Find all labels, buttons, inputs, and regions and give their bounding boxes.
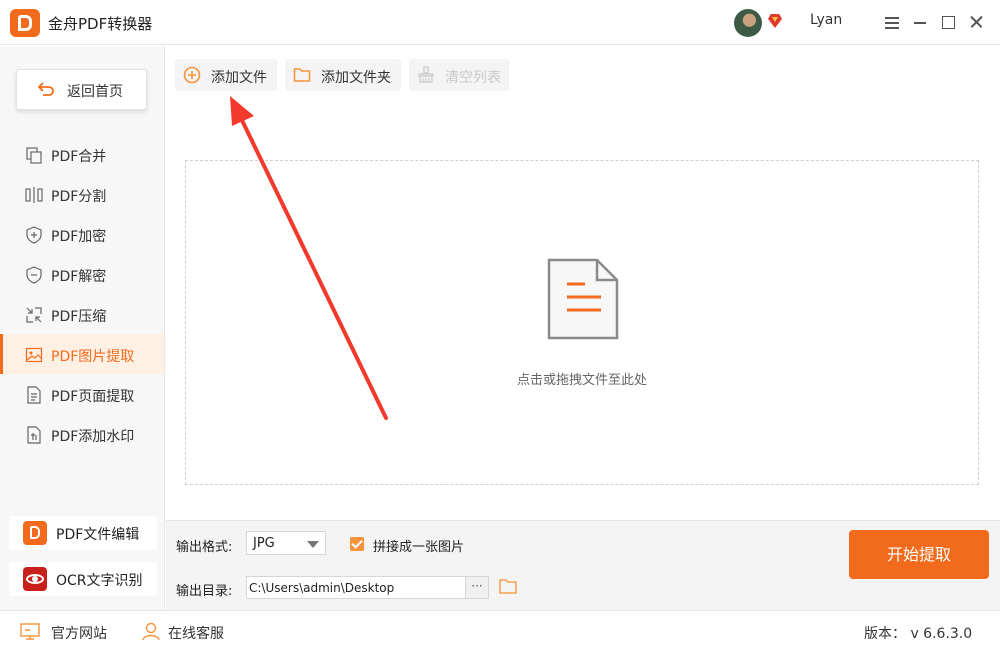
- output-dir-label: 输出目录:: [176, 584, 233, 599]
- start-extract-button[interactable]: 开始提取: [849, 530, 989, 579]
- merge-icon: [26, 147, 42, 164]
- document-icon: [547, 258, 619, 340]
- pdf-editor-label: PDF文件编辑: [56, 527, 140, 543]
- status-bar: 官方网站 在线客服 版本： v 6.6.3.0: [0, 610, 1000, 650]
- drop-hint-text: 点击或拖拽文件至此处: [516, 373, 647, 388]
- chevron-down-icon: [307, 541, 319, 548]
- sidebar-item-label: PDF添加水印: [51, 429, 135, 445]
- version-text: 版本： v 6.6.3.0: [864, 626, 973, 642]
- clear-list-label: 清空列表: [445, 70, 501, 86]
- vip-badge-icon[interactable]: [768, 14, 782, 28]
- close-icon[interactable]: [966, 12, 986, 32]
- ocr-button[interactable]: OCR文字识别: [9, 562, 157, 596]
- file-drop-zone[interactable]: 点击或拖拽文件至此处: [185, 160, 979, 485]
- username[interactable]: Lyan: [810, 12, 842, 28]
- folder-icon: [293, 68, 311, 82]
- monitor-icon: [20, 623, 40, 640]
- back-home-button[interactable]: 返回首页: [16, 69, 147, 110]
- sidebar-item-label: PDF解密: [51, 269, 107, 285]
- broom-icon: [418, 66, 434, 83]
- shield-plus-icon: [26, 226, 42, 244]
- app-window: 金舟PDF转换器 Lyan 返回首页 PDF合并 PDF分割 PDF加密 PDF…: [0, 0, 1000, 650]
- add-file-button[interactable]: 添加文件: [175, 59, 277, 91]
- shield-minus-icon: [26, 266, 42, 284]
- merge-images-label[interactable]: 拼接成一张图片: [373, 536, 464, 555]
- add-folder-label: 添加文件夹: [321, 70, 391, 86]
- output-format-value: JPG: [253, 536, 275, 551]
- sidebar-item-image-extract[interactable]: PDF图片提取: [0, 334, 164, 374]
- watermark-icon: [27, 426, 41, 444]
- output-format-label: 输出格式:: [176, 540, 233, 555]
- online-support-label: 在线客服: [168, 626, 224, 642]
- maximize-icon[interactable]: [938, 12, 958, 32]
- add-folder-button[interactable]: 添加文件夹: [285, 59, 401, 91]
- user-avatar[interactable]: [734, 9, 762, 37]
- user-support-icon: [142, 622, 160, 641]
- split-icon: [25, 187, 43, 203]
- back-home-label: 返回首页: [67, 84, 123, 100]
- plus-circle-icon: [183, 66, 201, 84]
- sidebar-item-label: PDF页面提取: [51, 389, 135, 405]
- menu-icon[interactable]: [882, 12, 902, 32]
- ocr-eye-icon: [23, 567, 47, 591]
- back-arrow-icon: [37, 82, 54, 96]
- open-folder-icon[interactable]: [499, 578, 517, 594]
- sidebar-item-compress[interactable]: PDF压缩: [0, 294, 164, 334]
- output-format-select[interactable]: JPG: [246, 531, 326, 555]
- sidebar-item-label: PDF图片提取: [51, 349, 135, 365]
- sidebar-item-encrypt[interactable]: PDF加密: [0, 214, 164, 254]
- clear-list-button[interactable]: 清空列表: [409, 59, 509, 91]
- browse-button[interactable]: ···: [465, 576, 489, 599]
- sidebar-item-split[interactable]: PDF分割: [0, 174, 164, 214]
- sidebar-item-decrypt[interactable]: PDF解密: [0, 254, 164, 294]
- pdf-editor-icon: [23, 521, 47, 545]
- sidebar-item-label: PDF加密: [51, 229, 107, 245]
- image-icon: [25, 347, 43, 363]
- compress-icon: [26, 307, 42, 323]
- app-logo-icon: [10, 9, 40, 37]
- page-icon: [27, 386, 41, 404]
- sidebar-item-label: PDF合并: [51, 149, 107, 165]
- sidebar: 返回首页 PDF合并 PDF分割 PDF加密 PDF解密 PDF压缩 PDF图片…: [0, 46, 165, 610]
- add-file-label: 添加文件: [211, 70, 267, 86]
- ocr-label: OCR文字识别: [56, 573, 143, 589]
- minimize-icon[interactable]: [910, 12, 930, 32]
- official-website-label: 官方网站: [51, 626, 107, 642]
- sidebar-item-watermark[interactable]: PDF添加水印: [0, 414, 164, 454]
- sidebar-item-label: PDF压缩: [51, 309, 107, 325]
- sidebar-item-page-extract[interactable]: PDF页面提取: [0, 374, 164, 414]
- merge-images-checkbox[interactable]: [350, 537, 364, 551]
- sidebar-item-label: PDF分割: [51, 189, 107, 205]
- app-title: 金舟PDF转换器: [48, 15, 153, 33]
- sidebar-item-merge[interactable]: PDF合并: [0, 134, 164, 174]
- output-dir-input[interactable]: [246, 576, 466, 599]
- pdf-editor-button[interactable]: PDF文件编辑: [9, 516, 157, 550]
- title-bar: 金舟PDF转换器 Lyan: [0, 0, 1000, 45]
